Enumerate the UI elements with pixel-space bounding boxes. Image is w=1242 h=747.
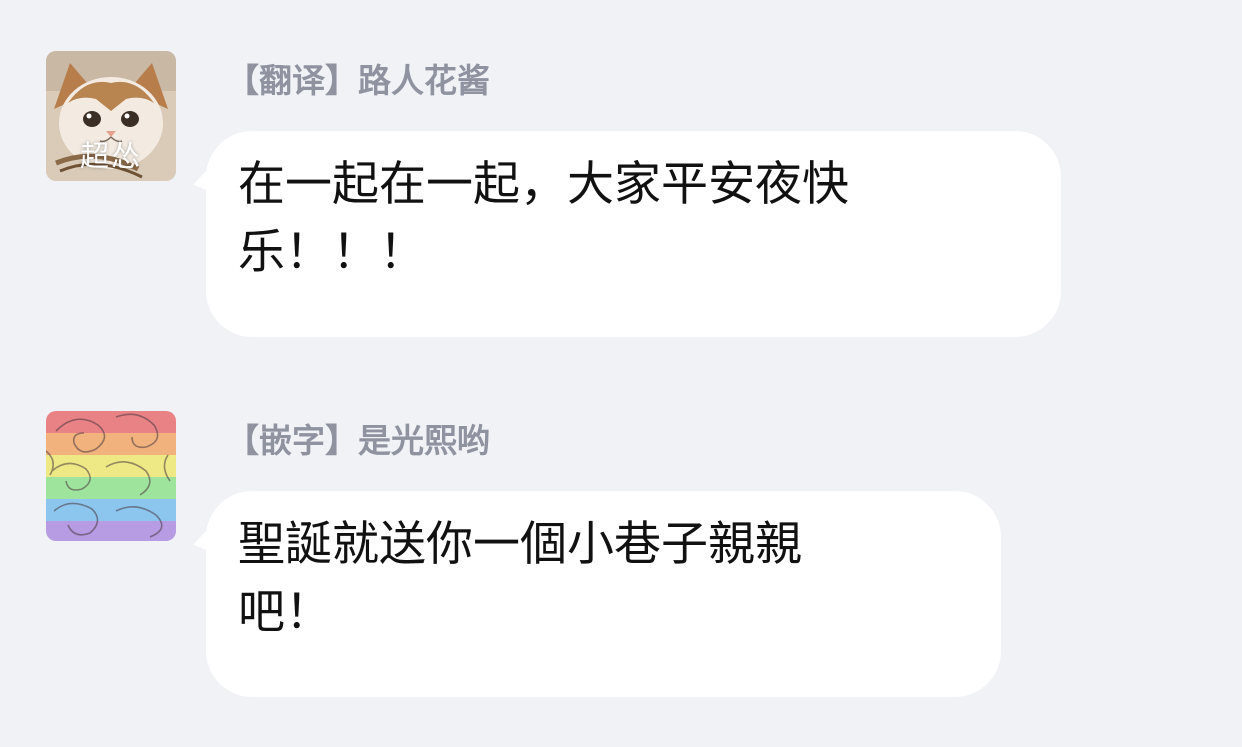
message-text-line: 乐！！！	[238, 225, 426, 280]
sender-name: 【翻译】路人花酱	[226, 61, 490, 100]
bubble-tail	[189, 528, 219, 562]
message-bubble[interactable]: 在一起在一起，大家平安夜快 乐！！！	[189, 131, 1061, 337]
message-text-line: 在一起在一起，大家平安夜快	[238, 157, 849, 212]
message-bubble[interactable]: 聖誕就送你一個小巷子親親 吧！	[189, 491, 1001, 697]
rainbow-flower-pattern-icon	[46, 411, 176, 541]
message-text-line: 聖誕就送你一個小巷子親親	[238, 517, 802, 572]
avatar-luren-huajiang[interactable]: 超怂	[46, 51, 176, 181]
avatar-shi-guangxi[interactable]	[46, 411, 176, 541]
bubble-tail	[189, 168, 219, 202]
message-text-line: 吧！	[238, 585, 332, 640]
avatar-caption: 超怂	[79, 139, 142, 173]
sender-name: 【嵌字】是光熙哟	[226, 421, 490, 460]
